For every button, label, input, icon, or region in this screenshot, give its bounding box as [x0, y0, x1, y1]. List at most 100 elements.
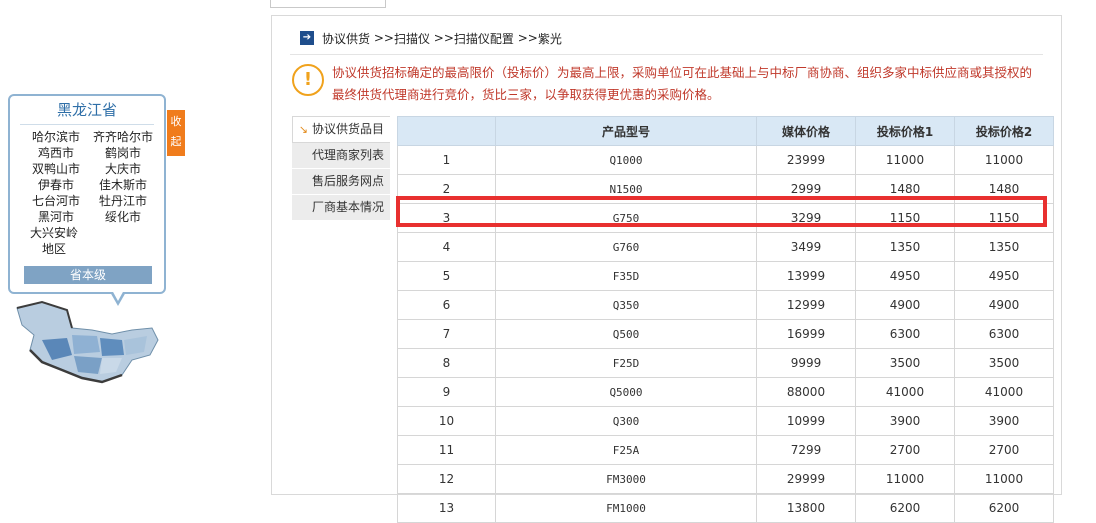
product-model-cell[interactable]: F25A: [495, 435, 757, 465]
row-index-cell: 10: [397, 406, 496, 436]
row-index-cell: 1: [397, 145, 496, 175]
table-row: 2 N1500 2999 1480 1480: [397, 174, 1054, 204]
table-body: 1 Q1000 23999 11000 11000 2 N1500 2999 1480 1480 3…: [397, 145, 1054, 523]
media-price-cell: 16999: [756, 319, 856, 349]
province-panel: 黑龙江省 哈尔滨市 齐齐哈尔市 鸡西市 鹤岗市 双鸭山市 大庆市 伊春市 佳木斯市 七台河市 牡丹…: [8, 94, 166, 294]
table-row: 6 Q350 12999 4900 4900: [397, 290, 1054, 320]
side-tab-label: 厂商基本情况: [311, 200, 384, 214]
table-row: 11 F25A 7299 2700 2700: [397, 435, 1054, 465]
divider: [20, 124, 154, 125]
media-price-cell: 88000: [756, 377, 856, 407]
bid-price-2-cell: 3900: [954, 406, 1054, 436]
breadcrumb-level2[interactable]: 扫描仪: [394, 30, 430, 47]
bid-price-2-cell: 4900: [954, 290, 1054, 320]
breadcrumb-root[interactable]: 协议供货: [322, 30, 370, 47]
bid-price-1-cell: 1150: [855, 203, 955, 233]
product-model-cell[interactable]: F35D: [495, 261, 757, 291]
city-list: 哈尔滨市 齐齐哈尔市 鸡西市 鹤岗市 双鸭山市 大庆市 伊春市 佳木斯市 七台河市 牡丹江市 黑河市…: [10, 129, 164, 257]
city-item[interactable]: 双鸭山市: [26, 161, 86, 177]
product-model-cell[interactable]: Q500: [495, 319, 757, 349]
city-item[interactable]: 佳木斯市: [90, 177, 156, 193]
city-item[interactable]: 齐齐哈尔市: [90, 129, 156, 145]
province-map-icon[interactable]: [12, 300, 162, 400]
top-stub-box: [270, 0, 386, 8]
product-model-cell[interactable]: Q5000: [495, 377, 757, 407]
bid-price-2-cell: 1350: [954, 232, 1054, 262]
city-item[interactable]: 伊春市: [26, 177, 86, 193]
bid-price-2-cell: 4950: [954, 261, 1054, 291]
row-index-cell: 13: [397, 493, 496, 523]
city-item[interactable]: 哈尔滨市: [26, 129, 86, 145]
table-row: 4 G760 3499 1350 1350: [397, 232, 1054, 262]
row-index-cell: 8: [397, 348, 496, 378]
table-row: 13 FM1000 13800 6200 6200: [397, 493, 1054, 523]
row-index-cell: 3: [397, 203, 496, 233]
row-index-cell: 6: [397, 290, 496, 320]
row-index-cell: 12: [397, 464, 496, 494]
city-item[interactable]: 鹤岗市: [90, 145, 156, 161]
product-model-cell[interactable]: N1500: [495, 174, 757, 204]
table-row: 8 F25D 9999 3500 3500: [397, 348, 1054, 378]
city-item[interactable]: 大兴安岭地区: [26, 225, 82, 257]
collapse-label-2: 起: [170, 135, 182, 148]
media-price-cell: 7299: [756, 435, 856, 465]
bid-price-1-cell: 4950: [855, 261, 955, 291]
product-model-cell[interactable]: FM1000: [495, 493, 757, 523]
product-model-cell[interactable]: Q300: [495, 406, 757, 436]
side-tabs: ↘ 协议供货品目代理商家列表 售后服务网点 厂商基本情况: [292, 116, 390, 221]
bid-price-2-cell: 6200: [954, 493, 1054, 523]
bid-price-2-cell: 6300: [954, 319, 1054, 349]
media-price-cell: 2999: [756, 174, 856, 204]
media-price-cell: 3299: [756, 203, 856, 233]
city-item[interactable]: 鸡西市: [26, 145, 86, 161]
product-model-cell[interactable]: G750: [495, 203, 757, 233]
side-tab-label: 代理商家列表: [311, 148, 384, 162]
table-row: 10 Q300 10999 3900 3900: [397, 406, 1054, 436]
bid-price-2-cell: 1480: [954, 174, 1054, 204]
product-model-cell[interactable]: F25D: [495, 348, 757, 378]
bid-price-1-cell: 3900: [855, 406, 955, 436]
media-price-cell: 13999: [756, 261, 856, 291]
product-model-cell[interactable]: FM3000: [495, 464, 757, 494]
side-tab[interactable]: 售后服务网点: [292, 169, 390, 195]
breadcrumb-level3[interactable]: 扫描仪配置: [454, 30, 514, 47]
province-title: 黑龙江省: [56, 101, 117, 119]
bid-price-1-cell: 4900: [855, 290, 955, 320]
table-row: 12 FM3000 29999 11000 11000: [397, 464, 1054, 494]
city-item[interactable]: 大庆市: [90, 161, 156, 177]
breadcrumb-sep: >>: [429, 31, 454, 45]
arrow-right-icon: ➔: [300, 31, 314, 45]
bid-price-1-cell: 2700: [855, 435, 955, 465]
breadcrumb-level4: 紫光: [537, 31, 562, 46]
table-row: 1 Q1000 23999 11000 11000: [397, 145, 1054, 175]
column-header-bid-price-1: 投标价格1: [855, 116, 955, 146]
product-model-cell[interactable]: Q350: [495, 290, 757, 320]
city-item[interactable]: 绥化市: [90, 209, 156, 225]
main-panel: ➔ 协议供货 >> 扫描仪 >> 扫描仪配置 >> 紫光 ! 协议供货招标确定的…: [271, 15, 1062, 523]
media-price-cell: 12999: [756, 290, 856, 320]
bid-price-1-cell: 3500: [855, 348, 955, 378]
breadcrumb-sep: >>: [370, 31, 394, 45]
product-model-cell[interactable]: Q1000: [495, 145, 757, 175]
province-level-button[interactable]: 省本级: [24, 266, 152, 284]
city-item[interactable]: 黑河市: [26, 209, 86, 225]
divider: [290, 54, 1043, 55]
bid-price-2-cell: 11000: [954, 145, 1054, 175]
collapse-label-1: 收: [170, 115, 182, 128]
collapse-button[interactable]: 收 起: [167, 110, 185, 156]
side-tab[interactable]: 厂商基本情况: [292, 195, 390, 221]
city-item[interactable]: 七台河市: [26, 193, 86, 209]
price-table: 产品型号 媒体价格 投标价格1 投标价格2 1 Q1000 23999 11000 11…: [397, 116, 1054, 523]
table-row: 5 F35D 13999 4950 4950: [397, 261, 1054, 291]
bid-price-2-cell: 41000: [954, 377, 1054, 407]
column-header-media-price: 媒体价格: [756, 116, 856, 146]
media-price-cell: 13800: [756, 493, 856, 523]
side-tab-label: 售后服务网点: [311, 174, 384, 188]
city-item[interactable]: 牡丹江市: [90, 193, 156, 209]
side-tab[interactable]: 代理商家列表: [292, 143, 390, 169]
row-index-cell: 2: [397, 174, 496, 204]
warning-icon: !: [292, 64, 324, 96]
side-tab[interactable]: ↘ 协议供货品目: [292, 116, 390, 143]
product-model-cell[interactable]: G760: [495, 232, 757, 262]
notice-text: 协议供货招标确定的最高限价（投标价）为最高上限，采购单位可在此基础上与中标厂商协…: [332, 65, 1033, 102]
